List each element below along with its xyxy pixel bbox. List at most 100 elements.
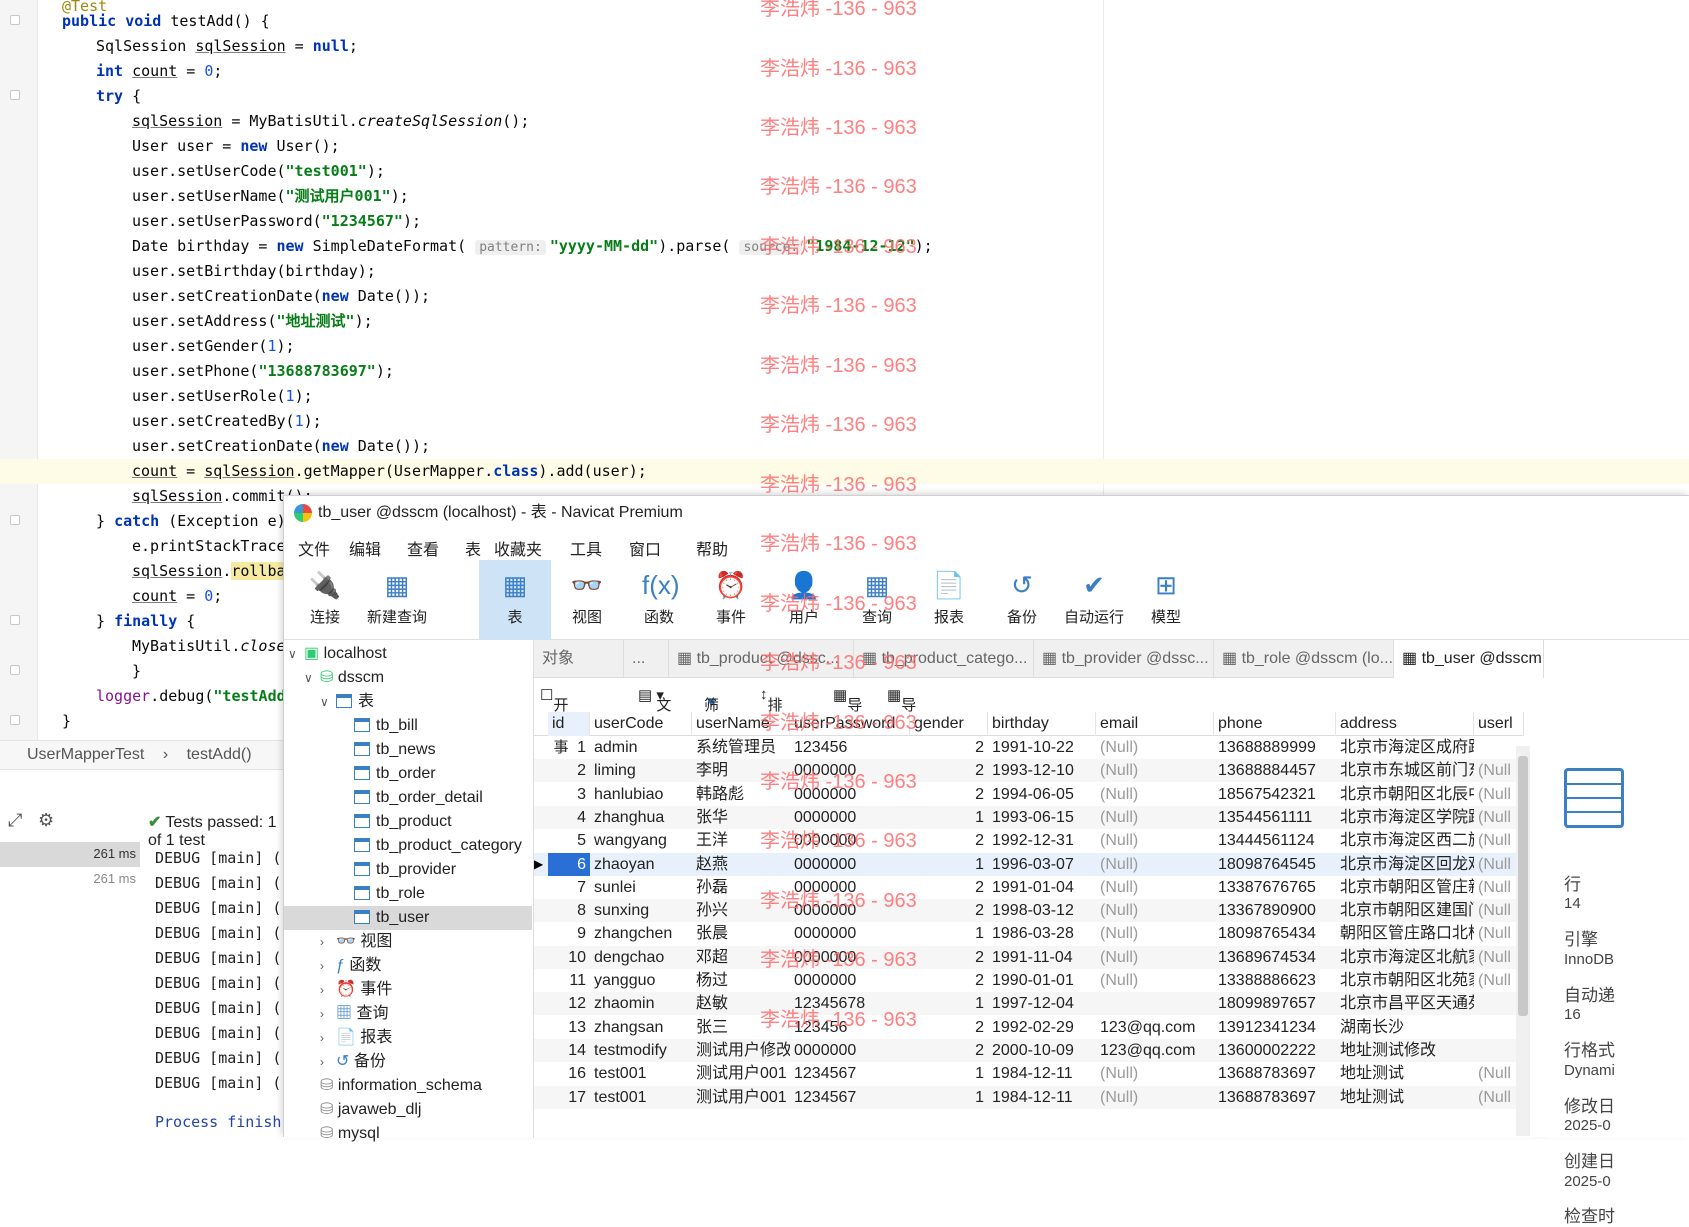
breadcrumb-class[interactable]: UserMapperTest [27,746,144,763]
table-cell[interactable]: wangyang [590,829,692,852]
table-row[interactable]: 13 zhangsan 张三 123456 2 1992-02-29 123@qq.com 1… [534,1016,1524,1039]
code-line[interactable]: count = 0; [0,584,222,609]
table-cell[interactable]: (Null) [1096,876,1214,899]
code-line[interactable]: user.setUserCode("test001"); [0,159,385,184]
table-cell[interactable]: sunlei [590,876,692,899]
table-cell[interactable]: 2 [910,759,988,782]
column-header[interactable]: userName [692,712,790,736]
table-cell[interactable]: 1996-03-07 [988,853,1096,876]
table-cell[interactable]: 北京市朝阳区建国门南 [1336,899,1474,922]
table-cell[interactable]: 北京市海淀区学院路6 [1336,806,1474,829]
toolbar-user-button[interactable]: 👤 用户 [768,560,840,640]
code-line[interactable]: e.printStackTrace(); [0,534,313,559]
tree-table-tb_order_detail[interactable]: tb_order_detail [354,786,483,810]
table-cell[interactable]: 1984-12-11 [988,1062,1096,1085]
toolbar-automation-button[interactable]: ✔ 自动运行 [1058,560,1130,640]
table-cell[interactable]: 0000000 [790,899,910,922]
code-line[interactable]: user.setGender(1); [0,334,295,359]
table-cell[interactable]: 13 [548,1016,590,1039]
column-header[interactable]: gender [910,712,988,736]
toolbar-query-button[interactable]: ▦ 查询 [841,560,913,640]
table-cell[interactable]: 9 [548,922,590,945]
tree-group[interactable]: › ⏰ 事件 [320,978,392,1002]
table-cell[interactable]: 18099897657 [1214,992,1336,1015]
table-row[interactable]: 7 sunlei 孙磊 0000000 2 1991-01-04 (Null) 1338767… [534,876,1524,899]
table-cell[interactable]: 2 [910,1039,988,1062]
import-button[interactable]: ▦ 导入 [833,686,862,735]
table-cell[interactable]: 13912341234 [1214,1016,1336,1039]
table-cell[interactable]: zhanghua [590,806,692,829]
toolbar-event-button[interactable]: ⏰ 事件 [695,560,767,640]
table-cell[interactable]: 北京市朝阳区北苑家园 [1336,969,1474,992]
code-line[interactable]: } catch (Exception e) { [0,509,304,534]
table-cell[interactable]: 1993-06-15 [988,806,1096,829]
tree-database[interactable]: ⛁ javaweb_dlj [320,1098,421,1122]
table-cell[interactable]: 13387676765 [1214,876,1336,899]
table-cell[interactable]: 123@qq.com [1096,1039,1214,1062]
table-cell[interactable]: 1994-06-05 [988,783,1096,806]
table-cell[interactable]: 1991-01-04 [988,876,1096,899]
table-cell[interactable]: (Null) [1096,806,1214,829]
vertical-scrollbar[interactable] [1516,746,1530,1136]
table-cell[interactable]: 2 [910,946,988,969]
table-cell[interactable]: zhangchen [590,922,692,945]
table-cell[interactable]: 1998-03-12 [988,899,1096,922]
menu-edit[interactable]: 编辑 [349,536,381,560]
table-cell[interactable]: 13688783697 [1214,1062,1336,1085]
row-indicator[interactable] [534,806,548,829]
table-cell[interactable]: 1992-02-29 [988,1016,1096,1039]
table-cell[interactable]: 13688783697 [1214,1086,1336,1109]
table-cell[interactable]: 测试用户001 [692,1086,790,1109]
menu-favorites[interactable]: 收藏夹 [494,536,542,560]
toolbar-new-query-button[interactable]: ▦ 新建查询 [361,560,433,640]
table-cell[interactable]: 0000000 [790,922,910,945]
table-cell[interactable]: 朝阳区管庄路口北柏林 [1336,922,1474,945]
table-cell[interactable]: 12345678 [790,992,910,1015]
tree-localhost[interactable]: ∨ ▣ localhost [288,642,387,666]
menu-table[interactable]: 表 [465,536,481,560]
table-row[interactable]: 11 yangguo 杨过 0000000 2 1990-01-01 (Null) 13388… [534,969,1524,992]
code-line[interactable]: user.setCreatedBy(1); [0,409,322,434]
table-cell[interactable]: sunxing [590,899,692,922]
table-cell[interactable]: 北京市朝阳区管庄新月 [1336,876,1474,899]
row-indicator[interactable] [534,876,548,899]
table-cell[interactable]: 1 [910,853,988,876]
row-indicator[interactable] [534,736,548,759]
table-cell[interactable]: 8 [548,899,590,922]
code-line[interactable]: user.setUserRole(1); [0,384,313,409]
table-cell[interactable]: 1 [910,1086,988,1109]
gear-icon[interactable]: ⚙ [38,810,54,831]
code-line[interactable]: user.setAddress("地址测试"); [0,309,373,334]
table-cell[interactable]: 测试用户001 [692,1062,790,1085]
table-cell[interactable]: 18098764545 [1214,853,1336,876]
table-cell[interactable]: 0000000 [790,876,910,899]
table-cell[interactable]: 0000000 [790,946,910,969]
code-line[interactable]: } [0,709,71,734]
menu-file[interactable]: 文件 [298,536,330,560]
tree-table-tb_user[interactable]: tb_user [284,906,532,930]
table-cell[interactable]: 杨过 [692,969,790,992]
expand-icon[interactable]: ⤢ [8,810,22,831]
table-cell[interactable]: 0000000 [790,829,910,852]
table-row[interactable]: 12 zhaomin 赵敏 12345678 1 1997-12-04 1809989765… [534,992,1524,1016]
table-cell[interactable]: 1 [910,806,988,829]
column-header[interactable]: userCode [590,712,692,736]
row-indicator[interactable] [534,992,548,1015]
export-button[interactable]: ▦ 导出 [887,686,916,735]
table-cell[interactable]: 1991-11-04 [988,946,1096,969]
row-indicator[interactable] [534,783,548,806]
table-cell[interactable]: 赵敏 [692,992,790,1015]
table-cell[interactable]: 1 [910,992,988,1015]
table-cell[interactable]: 0000000 [790,806,910,829]
code-line[interactable]: SqlSession sqlSession = null; [0,34,358,59]
table-cell[interactable]: 123456 [790,736,910,759]
column-header[interactable]: email [1096,712,1214,736]
code-line[interactable]: sqlSession.commit(); [0,484,313,509]
table-cell[interactable]: 3 [548,783,590,806]
toolbar-model-button[interactable]: ⊞ 模型 [1130,560,1202,640]
table-cell[interactable]: 1992-12-31 [988,829,1096,852]
toolbar-table-button[interactable]: ▦ 表 [479,560,551,640]
table-cell[interactable]: 2 [910,829,988,852]
table-cell[interactable]: 地址测试 [1336,1086,1474,1109]
table-row[interactable]: 3 hanlubiao 韩路彪 0000000 2 1994-06-05 (Null) 185… [534,783,1524,806]
